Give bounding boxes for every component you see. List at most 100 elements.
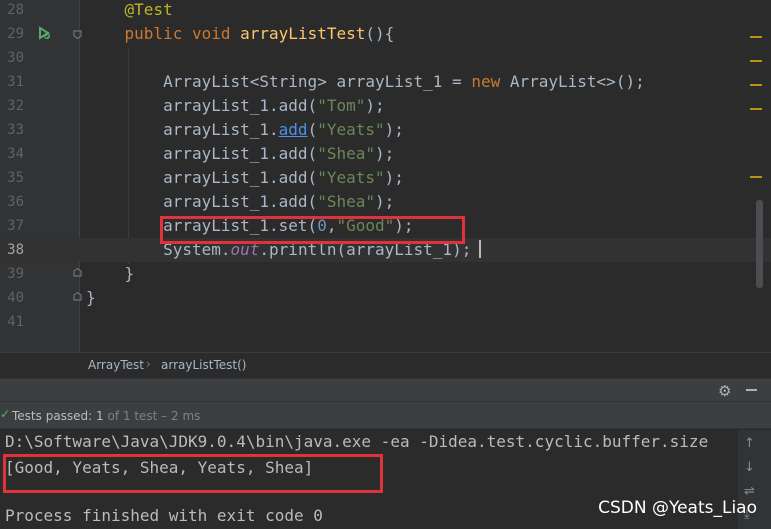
scroll-up-icon[interactable]: ↑ xyxy=(744,436,755,451)
code-token: "Shea" xyxy=(317,144,375,163)
check-icon: ✓ xyxy=(0,407,11,421)
code-line[interactable]: 36 arrayList_1.add("Shea"); xyxy=(0,190,771,214)
code-text[interactable]: arrayList_1.add("Shea"); xyxy=(86,190,394,214)
watermark: CSDN @Yeats_Liao xyxy=(598,498,757,518)
code-token: (){ xyxy=(365,24,395,43)
line-number: 29 xyxy=(7,26,24,42)
code-text[interactable]: } xyxy=(86,286,96,310)
warning-stripe-marker[interactable] xyxy=(750,108,762,110)
line-number: 30 xyxy=(7,50,24,66)
breadcrumb-separator-icon: › xyxy=(146,357,151,371)
minimize-icon[interactable] xyxy=(746,389,757,391)
run-test-gutter-icon[interactable] xyxy=(37,26,51,40)
fold-end-icon[interactable] xyxy=(73,268,82,277)
code-token: } xyxy=(86,288,96,307)
warning-stripe-marker[interactable] xyxy=(750,36,762,38)
code-token: ); xyxy=(384,120,404,139)
code-token: ( xyxy=(307,120,318,139)
code-text[interactable]: arrayList_1.add("Yeats"); xyxy=(86,118,404,142)
breadcrumb-class[interactable]: ArrayTest xyxy=(88,358,144,372)
status-detail: of 1 test – 2 ms xyxy=(103,409,201,423)
code-token: ArrayList<String> arrayList_1 = xyxy=(86,72,472,91)
code-token: "Shea" xyxy=(317,192,375,211)
fold-end-icon[interactable] xyxy=(73,292,82,301)
code-editor[interactable]: 28 @Test 29 public void arrayListTest(){3… xyxy=(0,0,771,352)
code-token: ArrayList<>(); xyxy=(500,72,645,91)
text-caret xyxy=(479,240,482,258)
line-number: 32 xyxy=(7,98,24,114)
code-line[interactable]: 40} xyxy=(0,286,771,310)
code-text[interactable]: arrayList_1.add("Tom"); xyxy=(86,94,385,118)
code-line[interactable]: 31 ArrayList<String> arrayList_1 = new A… xyxy=(0,70,771,94)
test-status-text: Tests passed: 1 of 1 test – 2 ms xyxy=(12,409,200,423)
code-token: "Yeats" xyxy=(317,120,385,139)
line-number: 28 xyxy=(7,2,24,18)
line-number: 41 xyxy=(7,314,24,330)
code-token: arrayList_1.add( xyxy=(86,168,318,187)
warning-stripe-marker[interactable] xyxy=(750,176,762,178)
line-number: 33 xyxy=(7,122,24,138)
code-line[interactable]: 35 arrayList_1.add("Yeats"); xyxy=(0,166,771,190)
scroll-down-icon[interactable]: ↓ xyxy=(744,460,755,475)
line-number: 39 xyxy=(7,266,24,282)
warning-stripe-marker[interactable] xyxy=(750,84,762,86)
highlight-box-output xyxy=(3,454,383,493)
code-token: void xyxy=(191,24,231,43)
status-count: 1 xyxy=(96,409,104,423)
code-token: ); xyxy=(374,144,395,163)
fold-collapse-icon[interactable] xyxy=(73,30,82,39)
test-status-bar: ✓ Tests passed: 1 of 1 test – 2 ms xyxy=(0,401,771,429)
line-number: 35 xyxy=(7,170,24,186)
warning-stripe-marker[interactable] xyxy=(750,60,762,62)
code-line[interactable]: 29 public void arrayListTest(){ xyxy=(0,22,771,46)
code-text[interactable]: arrayList_1.add("Yeats"); xyxy=(86,166,404,190)
code-text[interactable]: arrayList_1.add("Shea"); xyxy=(86,142,394,166)
code-token: arrayList_1.add( xyxy=(86,144,318,163)
code-line[interactable]: 32 arrayList_1.add("Tom"); xyxy=(0,94,771,118)
code-token: arrayList_1.add( xyxy=(86,192,318,211)
code-token: new xyxy=(471,72,501,91)
code-line[interactable]: 41 xyxy=(0,310,771,334)
code-token: ); xyxy=(365,96,385,115)
breadcrumb-method[interactable]: arrayListTest() xyxy=(161,358,246,372)
code-token: arrayList_1.add( xyxy=(86,96,318,115)
code-text[interactable]: public void arrayListTest(){ xyxy=(86,22,395,46)
code-token: ); xyxy=(374,192,395,211)
status-label: Tests passed: xyxy=(12,409,97,423)
gear-icon[interactable]: ⚙ xyxy=(718,382,731,400)
code-line[interactable]: 33 arrayList_1.add("Yeats"); xyxy=(0,118,771,142)
console-line-command: D:\Software\Java\JDK9.0.4\bin\java.exe -… xyxy=(5,432,709,451)
highlight-box-set-call xyxy=(160,216,465,244)
line-number: 38 xyxy=(7,242,24,258)
code-line[interactable]: 28 @Test xyxy=(0,0,771,22)
code-text[interactable]: } xyxy=(86,262,135,286)
code-text[interactable]: ArrayList<String> arrayList_1 = new Arra… xyxy=(86,70,645,94)
soft-wrap-icon[interactable]: ⇌ xyxy=(744,484,755,499)
code-text[interactable]: @Test xyxy=(86,0,173,22)
code-token: "Tom" xyxy=(317,96,366,115)
code-token: add xyxy=(278,120,308,139)
code-token: arrayList_1. xyxy=(86,120,279,139)
run-toolbar: ⚙ xyxy=(0,378,771,401)
code-token: ); xyxy=(384,168,404,187)
code-token: "Yeats" xyxy=(317,168,385,187)
code-token: arrayListTest xyxy=(240,24,366,43)
line-number: 37 xyxy=(7,218,24,234)
line-number: 34 xyxy=(7,146,24,162)
line-number: 40 xyxy=(7,290,24,306)
console-line-exit: Process finished with exit code 0 xyxy=(5,506,323,525)
code-token: } xyxy=(86,264,135,283)
code-token: public xyxy=(124,24,183,43)
code-line[interactable]: 39 } xyxy=(0,262,771,286)
code-token: @Test xyxy=(124,0,173,19)
line-number: 31 xyxy=(7,74,24,90)
breadcrumb: ArrayTest › arrayListTest() xyxy=(0,352,771,378)
editor-scrollbar[interactable] xyxy=(756,200,763,288)
line-number: 36 xyxy=(7,194,24,210)
code-line[interactable]: 34 arrayList_1.add("Shea"); xyxy=(0,142,771,166)
code-line[interactable]: 30 xyxy=(0,46,771,70)
